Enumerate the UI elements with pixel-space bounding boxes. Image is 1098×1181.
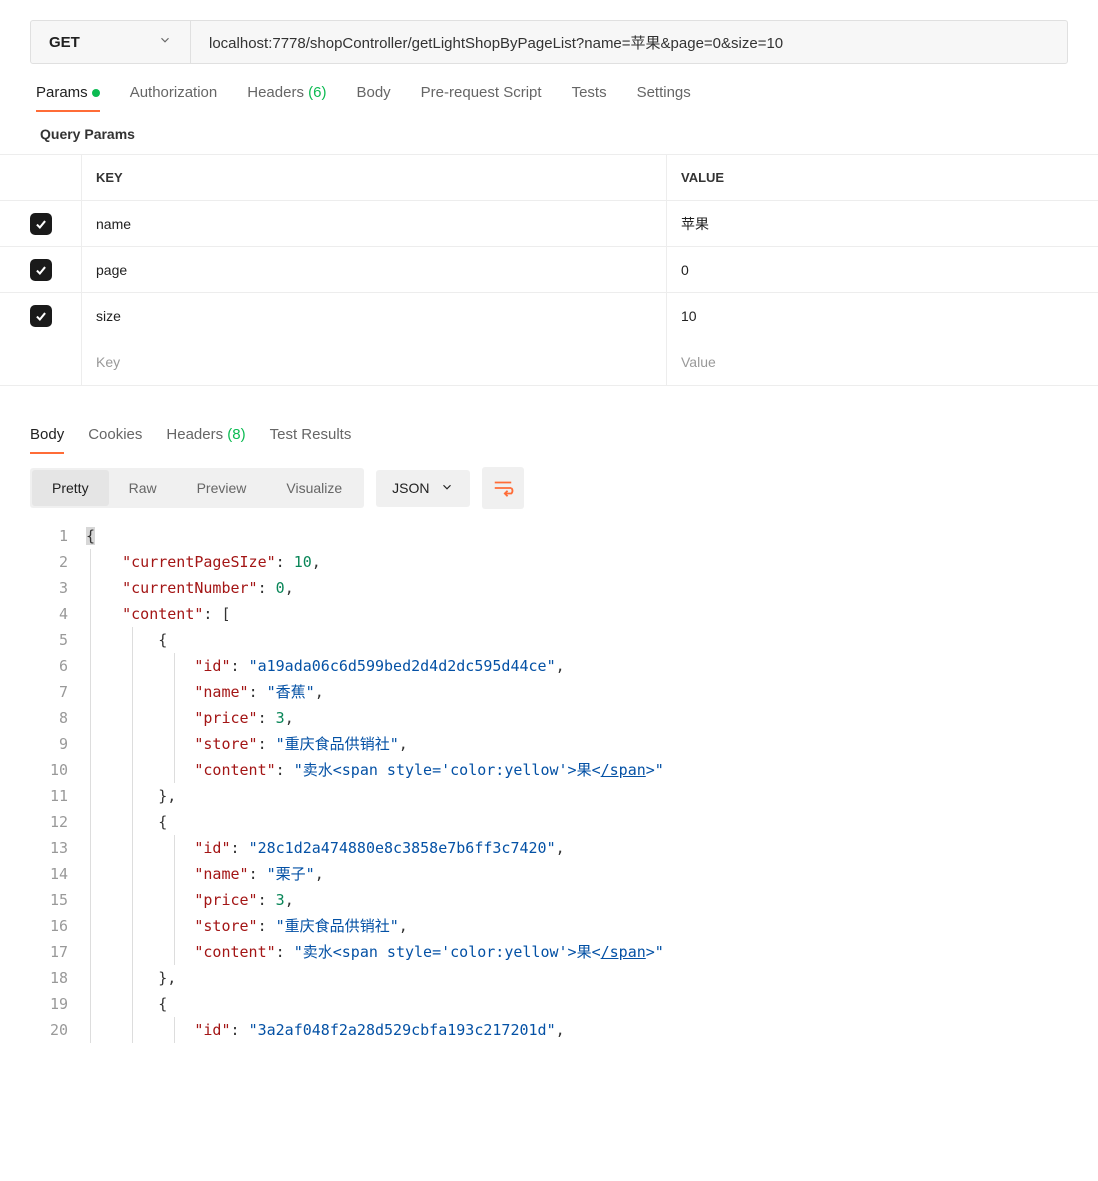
param-value[interactable]: 苹果 — [667, 201, 1098, 246]
tab-headers[interactable]: Headers (6) — [247, 84, 326, 111]
response-body-viewer[interactable]: 1234567891011121314151617181920 { "curre… — [0, 523, 1098, 1053]
response-tab-headers[interactable]: Headers (8) — [166, 426, 245, 453]
response-tabs: Body Cookies Headers (8) Test Results — [0, 386, 1098, 453]
param-checkbox[interactable] — [30, 213, 52, 235]
code-body[interactable]: { "currentPageSIze": 10, "currentNumber"… — [86, 523, 1068, 1043]
params-row[interactable]: size 10 — [0, 293, 1098, 339]
chevron-down-icon — [440, 480, 454, 497]
response-tab-cookies[interactable]: Cookies — [88, 426, 142, 453]
format-selector[interactable]: JSON — [376, 470, 469, 507]
tab-authorization[interactable]: Authorization — [130, 84, 218, 111]
param-checkbox[interactable] — [30, 305, 52, 327]
tab-settings[interactable]: Settings — [637, 84, 691, 111]
wrap-lines-button[interactable] — [482, 467, 524, 509]
request-tabs: Params Authorization Headers (6) Body Pr… — [0, 64, 1098, 112]
view-raw-button[interactable]: Raw — [109, 470, 177, 506]
params-row[interactable]: page 0 — [0, 247, 1098, 293]
new-value-input[interactable]: Value — [667, 339, 1098, 385]
new-key-input[interactable]: Key — [82, 339, 667, 385]
view-pretty-button[interactable]: Pretty — [32, 470, 109, 506]
tab-body[interactable]: Body — [356, 84, 390, 111]
line-number-gutter: 1234567891011121314151617181920 — [30, 523, 86, 1043]
request-url-input[interactable] — [191, 21, 1067, 63]
response-tab-test-results[interactable]: Test Results — [270, 426, 352, 453]
tab-prerequest[interactable]: Pre-request Script — [421, 84, 542, 111]
param-key[interactable]: name — [82, 201, 667, 246]
value-column-header: VALUE — [667, 155, 1098, 200]
params-table: KEY VALUE name 苹果 page 0 size 10 Key Val… — [0, 154, 1098, 386]
params-row[interactable]: name 苹果 — [0, 201, 1098, 247]
active-dot-icon — [92, 89, 100, 97]
param-key[interactable]: size — [82, 293, 667, 339]
view-preview-button[interactable]: Preview — [177, 470, 267, 506]
query-params-label: Query Params — [0, 112, 1098, 154]
http-method-selector[interactable]: GET — [31, 21, 191, 63]
view-mode-group: Pretty Raw Preview Visualize — [30, 468, 364, 508]
key-column-header: KEY — [82, 155, 667, 200]
params-header-row: KEY VALUE — [0, 155, 1098, 201]
chevron-down-icon — [158, 33, 172, 51]
param-checkbox[interactable] — [30, 259, 52, 281]
view-controls: Pretty Raw Preview Visualize JSON — [0, 453, 1098, 523]
request-bar: GET — [30, 20, 1068, 64]
response-tab-body[interactable]: Body — [30, 426, 64, 453]
params-new-row[interactable]: Key Value — [0, 339, 1098, 385]
tab-tests[interactable]: Tests — [572, 84, 607, 111]
param-value[interactable]: 0 — [667, 247, 1098, 292]
param-key[interactable]: page — [82, 247, 667, 292]
http-method-label: GET — [49, 34, 80, 51]
param-value[interactable]: 10 — [667, 293, 1098, 339]
wrap-icon — [492, 477, 514, 499]
view-visualize-button[interactable]: Visualize — [266, 470, 362, 506]
tab-params[interactable]: Params — [36, 84, 100, 111]
